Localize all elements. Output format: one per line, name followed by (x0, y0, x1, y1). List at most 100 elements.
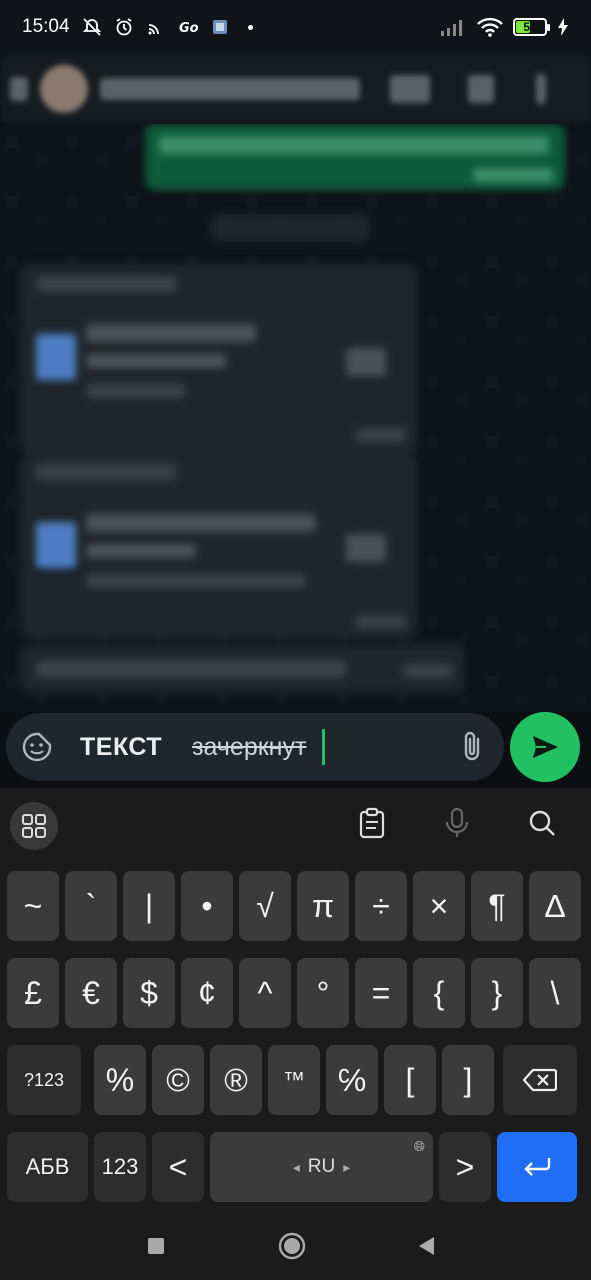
chevron-right-icon: ▸ (343, 1158, 351, 1175)
key-pound[interactable]: £ (7, 958, 59, 1028)
key-greater-than[interactable]: > (439, 1132, 491, 1202)
key-registered[interactable]: ® (210, 1045, 262, 1115)
key-left-brace[interactable]: { (413, 958, 465, 1028)
wifi-icon (477, 17, 503, 37)
key-dollar[interactable]: $ (123, 958, 175, 1028)
svg-text:Go: Go (179, 21, 198, 36)
key-space[interactable]: ◂ RU ▸ 🌐︎ (210, 1132, 433, 1202)
chat-header (0, 54, 591, 124)
status-time: 15:04 (22, 16, 70, 37)
keyboard: ~ ` | • √ π ÷ × ¶ ∆ £ € $ ¢ ^ ° = { } \ … (0, 788, 591, 1280)
status-bar: 15:04 Go 51 (0, 0, 591, 54)
app-go-icon: Go (179, 21, 198, 36)
globe-icon: 🌐︎ (413, 1138, 425, 1154)
key-delta[interactable]: ∆ (529, 871, 581, 941)
mute-alarm-icon (82, 18, 101, 36)
key-pipe[interactable]: | (123, 871, 175, 941)
key-equals[interactable]: = (355, 958, 407, 1028)
message-input[interactable]: ТЕКСТ зачеркнут (6, 713, 504, 781)
message-bubble-file[interactable] (20, 454, 418, 639)
key-percent[interactable]: % (94, 1045, 146, 1115)
battery-icon: 51 (513, 18, 550, 36)
text-cursor (322, 729, 326, 765)
bold-text: ТЕКСТ (80, 732, 163, 761)
chevron-left-icon: ◂ (292, 1158, 300, 1175)
key-degree[interactable]: ° (297, 958, 349, 1028)
download-icon[interactable] (346, 348, 386, 376)
sticker-icon (22, 732, 52, 762)
clipboard-icon (359, 807, 385, 839)
message-bubble-incoming[interactable] (20, 644, 465, 694)
space-language-label: RU (307, 1156, 336, 1177)
avatar[interactable] (40, 65, 88, 113)
send-icon (533, 736, 558, 758)
home-circle-icon (278, 1232, 306, 1260)
charging-icon (558, 18, 568, 36)
message-bubble-outgoing[interactable] (145, 124, 565, 190)
cast-icon (148, 24, 159, 35)
send-button[interactable] (510, 712, 580, 782)
clipboard-button[interactable] (355, 806, 389, 840)
key-sqrt[interactable]: √ (239, 871, 291, 941)
key-numeric-mode[interactable]: ?123 (7, 1045, 81, 1115)
home-button[interactable] (278, 1232, 306, 1260)
key-euro[interactable]: € (65, 958, 117, 1028)
grid-icon (22, 814, 46, 838)
square-icon (148, 1238, 164, 1254)
key-right-bracket[interactable]: ] (442, 1045, 494, 1115)
message-text[interactable]: ТЕКСТ зачеркнут (80, 733, 306, 762)
key-copyright[interactable]: © (152, 1045, 204, 1115)
document-icon (36, 522, 76, 568)
key-tilde[interactable]: ~ (7, 871, 59, 941)
microphone-icon (445, 807, 469, 837)
call-icon[interactable] (468, 75, 494, 103)
attach-button[interactable] (456, 730, 490, 764)
navigation-bar (0, 1212, 591, 1280)
key-trademark[interactable]: ™ (268, 1045, 320, 1115)
paperclip-icon (464, 731, 480, 761)
alarm-icon (116, 18, 132, 36)
key-less-than[interactable]: < (152, 1132, 204, 1202)
key-123-mode[interactable]: 123 (94, 1132, 146, 1202)
key-backtick[interactable]: ` (65, 871, 117, 941)
key-left-bracket[interactable]: [ (384, 1045, 436, 1115)
backspace-icon (523, 1068, 557, 1092)
download-icon[interactable] (346, 534, 386, 562)
keyboard-toolbar (0, 788, 591, 864)
gallery-icon (212, 20, 227, 34)
document-icon (36, 334, 76, 380)
key-backslash[interactable]: \ (529, 958, 581, 1028)
key-alphabet-mode[interactable]: АБВ (7, 1132, 88, 1202)
key-backspace[interactable] (503, 1045, 577, 1115)
key-right-brace[interactable]: } (471, 958, 523, 1028)
back-arrow-icon[interactable] (10, 77, 28, 101)
chat-messages (0, 124, 591, 712)
battery-level: 51 (523, 20, 537, 34)
strikethrough-text: зачеркнут (192, 732, 307, 761)
keyboard-menu-button[interactable] (10, 802, 58, 850)
back-button[interactable] (413, 1232, 441, 1260)
contact-name[interactable] (100, 78, 360, 100)
back-triangle-icon (419, 1237, 434, 1255)
key-divide[interactable]: ÷ (355, 871, 407, 941)
key-pi[interactable]: π (297, 871, 349, 941)
notification-dot (247, 24, 253, 30)
date-separator (210, 214, 370, 242)
sticker-button[interactable] (20, 730, 54, 764)
recents-button[interactable] (142, 1232, 170, 1260)
search-button[interactable] (525, 806, 559, 840)
key-bullet[interactable]: • (181, 871, 233, 941)
key-multiply[interactable]: × (413, 871, 465, 941)
key-care-of[interactable]: ℅ (326, 1045, 378, 1115)
search-icon (529, 810, 555, 836)
more-options-icon[interactable] (536, 74, 546, 104)
key-enter[interactable] (497, 1132, 577, 1202)
enter-icon (524, 1158, 551, 1176)
message-bubble-file[interactable] (20, 264, 418, 454)
key-cent[interactable]: ¢ (181, 958, 233, 1028)
signal-icon (441, 20, 462, 36)
voice-input-button[interactable] (440, 806, 474, 840)
key-caret[interactable]: ^ (239, 958, 291, 1028)
video-call-icon[interactable] (390, 75, 430, 103)
key-pilcrow[interactable]: ¶ (471, 871, 523, 941)
